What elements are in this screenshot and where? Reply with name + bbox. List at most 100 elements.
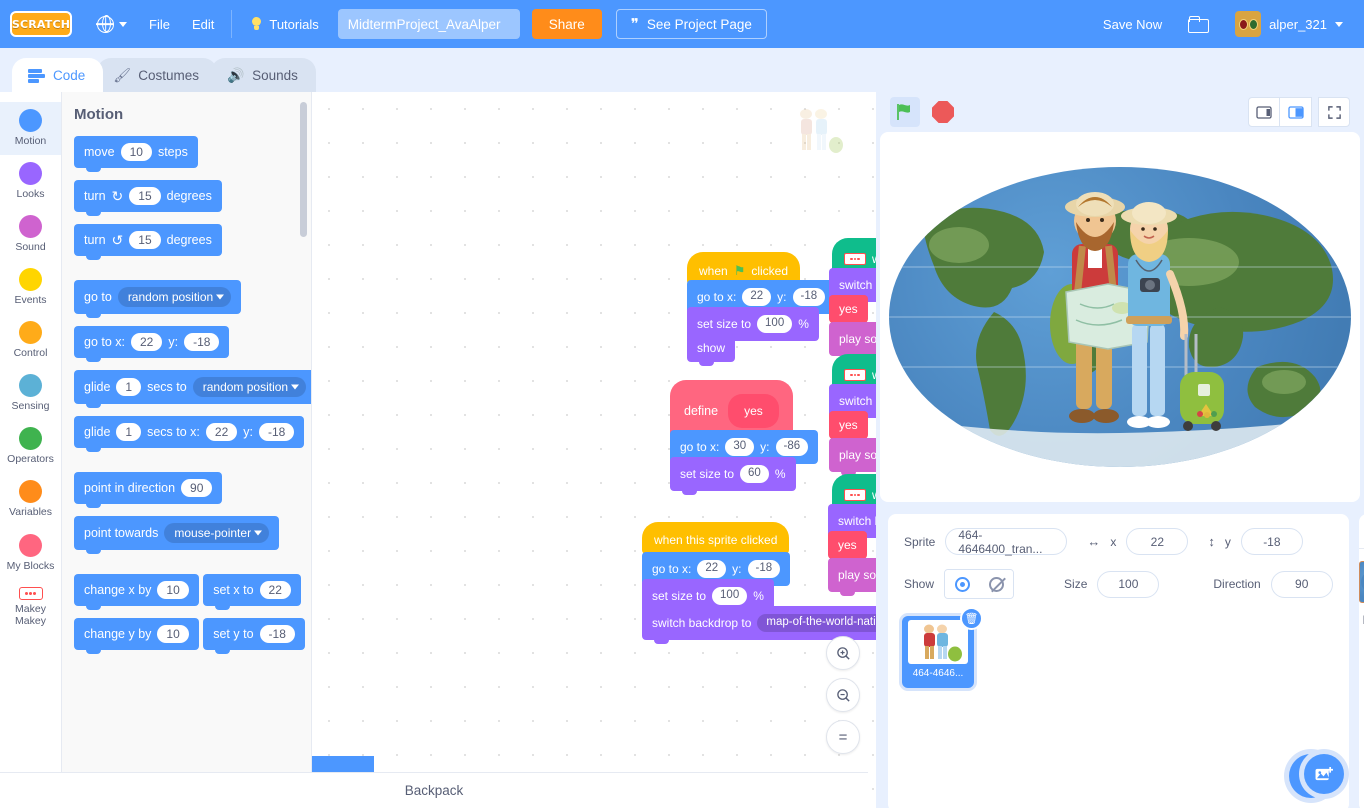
block-call-yes-left[interactable]: yes [829, 411, 868, 443]
direction-input[interactable]: 90 [1270, 570, 1333, 598]
block-input-x[interactable]: 22 [697, 560, 727, 578]
block-input[interactable]: -18 [259, 625, 295, 643]
block-set-size-to-proc[interactable]: set size to 60 % [670, 457, 796, 494]
block-input-y[interactable]: -86 [775, 438, 809, 456]
block-palette[interactable]: Motion move 10 steps turn ↻ 15 degrees t… [62, 92, 312, 808]
block-input[interactable]: 10 [157, 625, 189, 643]
sprite-name-input[interactable]: 464-4646400_tran... [945, 528, 1068, 556]
block-call-yes-up[interactable]: yes [829, 295, 868, 327]
category-control[interactable]: Control [0, 314, 61, 367]
scratch-logo[interactable]: SCRATCH [10, 11, 72, 37]
block-play-sound-left[interactable]: play sound french until done [829, 438, 876, 475]
small-stage-button[interactable] [1248, 97, 1280, 127]
category-looks[interactable]: Looks [0, 155, 61, 208]
account-menu[interactable]: alper_321 [1224, 9, 1354, 39]
file-menu[interactable]: File [138, 9, 181, 39]
block-input-y[interactable]: -18 [747, 560, 781, 578]
show-visible-button[interactable] [945, 570, 980, 598]
palette-block-change-x[interactable]: change x by 10 [74, 574, 199, 610]
block-show[interactable]: show [687, 334, 736, 366]
project-title-input[interactable] [337, 9, 520, 39]
category-sensing[interactable]: Sensing [0, 367, 61, 420]
palette-block-point-towards[interactable]: point towards mouse-pointer [74, 516, 280, 554]
block-input[interactable]: 22 [205, 423, 238, 441]
sprite-list-item[interactable]: 464-4646... 🗑 [902, 607, 983, 688]
palette-scrollbar[interactable] [300, 102, 307, 237]
tab-costumes[interactable]: 🖌 Costumes [97, 58, 218, 92]
block-input[interactable]: 90 [181, 479, 213, 497]
block-input[interactable]: 10 [157, 581, 189, 599]
block-dropdown[interactable]: random position [117, 287, 232, 307]
category-sound[interactable]: Sound [0, 208, 61, 261]
block-dropdown[interactable]: mouse-pointer [164, 523, 270, 543]
zoom-in-button[interactable] [826, 636, 860, 670]
category-operators[interactable]: Operators [0, 420, 61, 473]
block-input-size[interactable]: 60 [740, 465, 769, 483]
add-backdrop-button[interactable] [1304, 754, 1344, 794]
block-input[interactable]: 10 [120, 143, 152, 161]
block-input-x[interactable]: 22 [742, 288, 772, 306]
palette-block-move[interactable]: move 10 steps [74, 136, 198, 172]
fullscreen-button[interactable] [1318, 97, 1350, 127]
category-my-blocks[interactable]: My Blocks [0, 527, 61, 580]
palette-block-turn-ccw[interactable]: turn ↺ 15 degrees [74, 224, 222, 260]
block-input[interactable]: 15 [129, 231, 161, 249]
block-input[interactable]: -18 [184, 333, 220, 351]
procedure-name[interactable]: yes [728, 394, 779, 428]
block-input-x[interactable]: 30 [725, 438, 755, 456]
palette-block-glide-xy[interactable]: glide 1 secs to x: 22 y: -18 [74, 416, 305, 452]
my-stuff-button[interactable] [1177, 9, 1220, 39]
tab-sounds[interactable]: 🔊 Sounds [211, 58, 316, 92]
backpack-bar[interactable]: Backpack [0, 772, 868, 808]
block-input[interactable]: 22 [131, 333, 163, 351]
palette-block-glide-to[interactable]: glide 1 secs to random position [74, 370, 311, 408]
block-switch-backdrop-sprite[interactable]: switch backdrop to map-of-the-world-nati… [642, 606, 876, 643]
tab-code[interactable]: Code [12, 58, 104, 92]
zoom-reset-button[interactable]: = [826, 720, 860, 754]
category-motion[interactable]: Motion [0, 102, 61, 156]
palette-block-change-y[interactable]: change y by 10 [74, 618, 199, 654]
stage-thumbnail[interactable] [1358, 561, 1364, 603]
block-input[interactable]: 1 [116, 378, 142, 396]
block-play-sound-down[interactable]: play sound kenyan until done [828, 558, 876, 595]
category-variables[interactable]: Variables [0, 473, 61, 526]
y-input[interactable]: -18 [1240, 528, 1303, 555]
block-input-size[interactable]: 100 [757, 315, 793, 333]
green-flag-button[interactable] [890, 97, 920, 127]
stop-button[interactable] [932, 101, 954, 123]
block-input[interactable]: -18 [259, 423, 295, 441]
palette-block-turn-cw[interactable]: turn ↻ 15 degrees [74, 180, 222, 216]
tutorials-button[interactable]: Tutorials [238, 9, 329, 39]
palette-block-go-to[interactable]: go to random position [74, 280, 242, 318]
block-play-sound-up[interactable]: play sound spanish until done [829, 322, 876, 359]
category-events[interactable]: Events [0, 261, 61, 314]
block-input[interactable]: 1 [116, 423, 142, 441]
block-input[interactable]: 22 [259, 581, 291, 599]
block-input-size[interactable]: 100 [712, 587, 748, 605]
large-stage-button[interactable] [1280, 97, 1312, 127]
block-call-yes-down[interactable]: yes [828, 531, 867, 563]
stage-sprite-travelers[interactable] [1010, 174, 1230, 474]
stage-selector-panel[interactable]: Stage Backdrops 7 [1304, 514, 1364, 808]
show-hidden-button[interactable] [979, 570, 1014, 598]
category-makey-makey[interactable]: Makey Makey [0, 580, 61, 635]
zoom-out-button[interactable] [826, 678, 860, 712]
language-menu[interactable] [86, 9, 138, 39]
x-input[interactable]: 22 [1126, 528, 1189, 555]
block-when-this-sprite-clicked[interactable]: when this sprite clicked [642, 522, 790, 558]
share-button[interactable]: Share [531, 9, 602, 39]
script-canvas[interactable]: when ⚑ clicked go to x: 22 y: -18 set si… [312, 92, 876, 808]
palette-block-set-y[interactable]: set y to -18 [203, 618, 305, 654]
palette-block-go-to-xy[interactable]: go to x: 22 y: -18 [74, 326, 230, 362]
block-dropdown-backdrop[interactable]: map-of-the-world-nations-online-project [757, 614, 876, 632]
palette-block-set-x[interactable]: set x to 22 [203, 574, 301, 610]
edit-menu[interactable]: Edit [181, 9, 225, 39]
see-project-page-button[interactable]: ❞ See Project Page [615, 9, 767, 39]
save-now-button[interactable]: Save Now [1092, 9, 1173, 39]
block-dropdown[interactable]: random position [192, 377, 307, 397]
palette-block-point-in-direction[interactable]: point in direction 90 [74, 472, 223, 508]
stage[interactable] [880, 132, 1360, 502]
size-input[interactable]: 100 [1097, 570, 1160, 598]
block-input[interactable]: 15 [129, 187, 161, 205]
block-input-y[interactable]: -18 [792, 288, 826, 306]
